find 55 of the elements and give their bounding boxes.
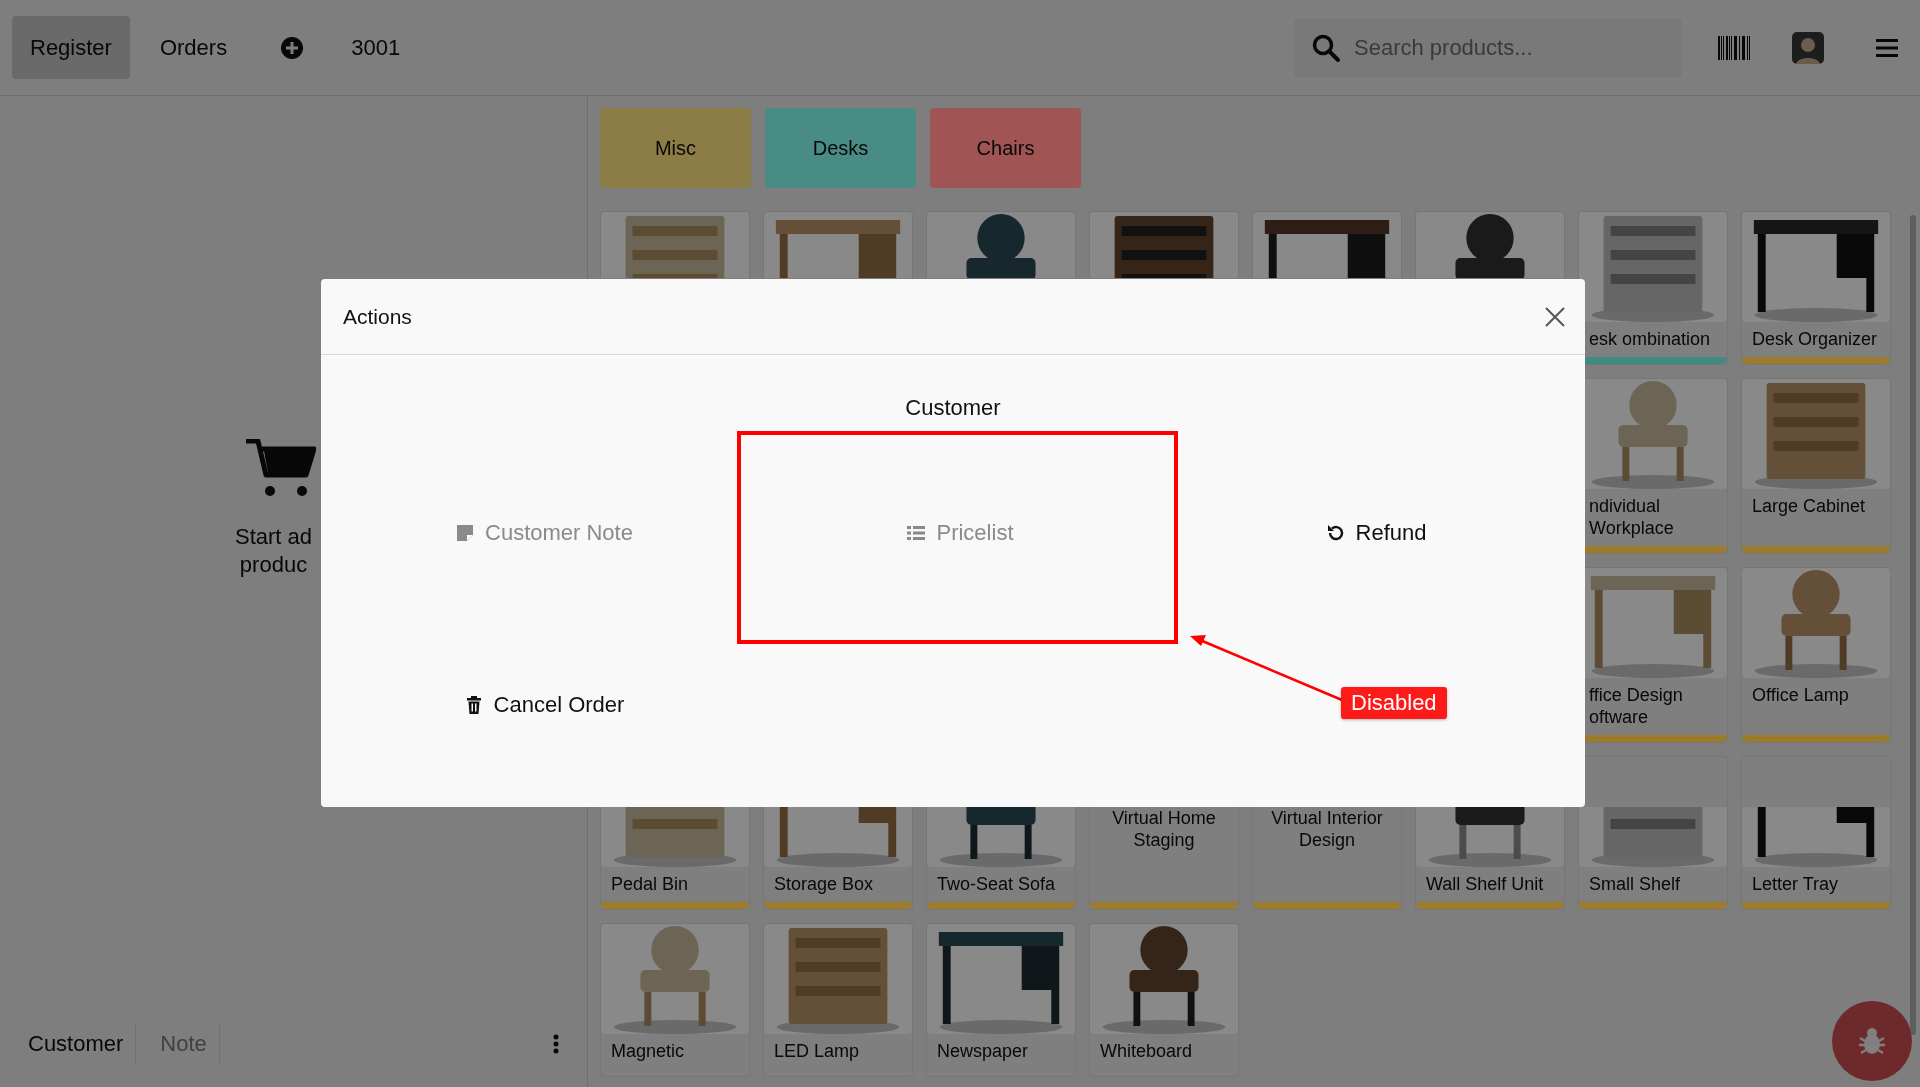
product-name: Large Cabinet: [1751, 495, 1867, 517]
barcode-icon[interactable]: [1718, 35, 1750, 60]
more-icon[interactable]: [553, 1034, 559, 1054]
order-tab[interactable]: 3001: [345, 34, 407, 61]
order-footer-button[interactable]: Customer: [16, 1023, 137, 1065]
section-title: Customer: [904, 394, 1002, 422]
annotation-label: Disabled: [1341, 687, 1447, 719]
product-name: esk ombination: [1588, 328, 1712, 350]
product-name: Letter Tray: [1751, 873, 1840, 895]
product-card[interactable]: Newspaper: [926, 923, 1076, 1077]
menu-icon[interactable]: [1876, 37, 1898, 58]
avatar-icon[interactable]: [1792, 31, 1824, 64]
product-card[interactable]: Whiteboard: [1089, 923, 1239, 1077]
order-footer-button[interactable]: Note: [148, 1023, 220, 1065]
product-name: Small Shelf: [1588, 873, 1682, 895]
product-name: ffice Design oftware: [1588, 684, 1684, 728]
nav-tab[interactable]: Orders: [141, 16, 246, 79]
note-icon: [455, 523, 475, 543]
bug-icon: [1857, 1026, 1887, 1056]
product-card[interactable]: Desk Organizer: [1741, 211, 1891, 365]
product-name: Magnetic: [610, 1040, 686, 1062]
product-name: Virtual Interior Design: [1270, 807, 1384, 851]
search-icon: [1312, 33, 1340, 62]
product-card[interactable]: Letter Tray: [1741, 756, 1891, 910]
product-name: Newspaper: [936, 1040, 1030, 1062]
plus-icon[interactable]: [281, 36, 304, 59]
category-button[interactable]: Desks: [765, 108, 916, 188]
nav-tab[interactable]: Register: [12, 16, 130, 79]
category-button[interactable]: Misc: [600, 108, 751, 188]
product-name: Pedal Bin: [610, 873, 690, 895]
empty-cart-message: Start ad: [234, 522, 312, 551]
list-icon: [906, 523, 927, 543]
close-icon[interactable]: [1545, 306, 1565, 327]
undo-icon: [1325, 523, 1346, 543]
product-name: LED Lamp: [773, 1040, 861, 1062]
product-name: ndividual Workplace: [1588, 495, 1675, 539]
product-name: Wall Shelf Unit: [1425, 873, 1545, 895]
cart-icon: [245, 438, 316, 499]
product-name: Storage Box: [773, 873, 875, 895]
product-name: Virtual Home Staging: [1111, 807, 1217, 851]
product-card[interactable]: esk ombination: [1578, 211, 1728, 365]
dialog-title: Actions: [343, 304, 412, 329]
search-field[interactable]: Search products...: [1294, 18, 1682, 77]
category-button[interactable]: Chairs: [930, 108, 1081, 188]
product-card[interactable]: Office Lamp: [1741, 567, 1891, 743]
product-card[interactable]: Small Shelf: [1578, 756, 1728, 910]
product-name: Office Lamp: [1751, 684, 1850, 706]
empty-cart-message: produc: [239, 550, 308, 579]
product-name: Desk Organizer: [1751, 328, 1879, 350]
product-name: Two-Seat Sofa: [936, 873, 1057, 895]
product-name: Whiteboard: [1099, 1040, 1194, 1062]
product-card[interactable]: Large Cabinet: [1741, 378, 1891, 554]
product-card[interactable]: LED Lamp: [763, 923, 913, 1077]
scrollbar[interactable]: [1910, 215, 1916, 1035]
product-card[interactable]: Magnetic: [600, 923, 750, 1077]
